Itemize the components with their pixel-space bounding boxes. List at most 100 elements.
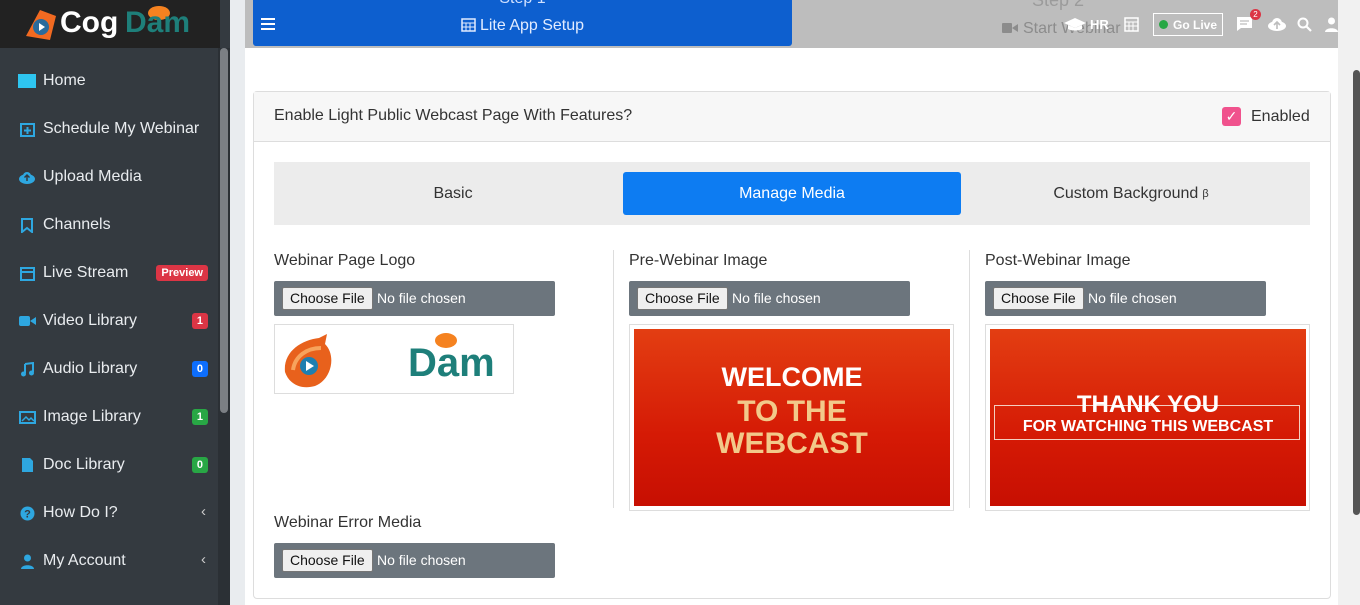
sidebar-scrollbar-thumb[interactable] xyxy=(220,48,228,413)
sidebar-item-image-library[interactable]: Image Library 1 xyxy=(0,393,220,441)
thank-you-banner-image: THANK YOU FOR WATCHING THIS WEBCAST xyxy=(990,329,1306,506)
upload-button[interactable] xyxy=(1267,12,1287,36)
brand-cog: Cog xyxy=(60,6,119,39)
choose-file-button[interactable]: Choose File xyxy=(282,549,373,572)
banner-line: WELCOME xyxy=(721,362,863,392)
svg-text:?: ? xyxy=(24,508,31,520)
error-media-section: Webinar Error Media Choose File No file … xyxy=(274,514,614,578)
sidebar-item-label: Doc Library xyxy=(43,456,125,473)
sidebar: Cog Dam Home Schedule My Webinar Upload … xyxy=(0,0,230,605)
brand-logo[interactable]: Cog Dam xyxy=(0,0,220,48)
sidebar-item-channels[interactable]: Channels xyxy=(0,201,220,249)
chat-icon xyxy=(1237,17,1252,31)
go-live-button[interactable]: Go Live xyxy=(1153,13,1223,36)
sidebar-item-my-account[interactable]: My Account ‹ xyxy=(0,537,220,585)
post-webinar-section: Post-Webinar Image Choose File No file c… xyxy=(985,252,1325,511)
sidebar-item-label: Live Stream xyxy=(43,264,129,281)
sidebar-item-label: My Account xyxy=(43,552,126,569)
file-status: No file chosen xyxy=(377,552,466,568)
sidebar-item-upload-media[interactable]: Upload Media xyxy=(0,153,220,201)
step-1-title: Step 1 xyxy=(253,0,792,8)
choose-file-button[interactable]: Choose File xyxy=(637,287,728,310)
enabled-checkbox[interactable]: ✓ xyxy=(1222,107,1241,126)
hr-link[interactable]: HR xyxy=(1064,12,1109,36)
banner-line: TO THE xyxy=(737,395,847,428)
sidebar-nav: Home Schedule My Webinar Upload Media Ch… xyxy=(0,57,220,585)
page-scrollbar[interactable] xyxy=(1338,0,1360,605)
sidebar-item-audio-library[interactable]: Audio Library 0 xyxy=(0,345,220,393)
cogdam-logo-icon xyxy=(284,334,332,388)
calendar-icon xyxy=(1124,17,1139,32)
sidebar-item-home[interactable]: Home xyxy=(0,57,220,105)
question-circle-icon: ? xyxy=(18,505,36,521)
image-icon xyxy=(18,409,36,425)
cogdam-logo-icon xyxy=(26,10,56,40)
logo-preview: Dam xyxy=(274,324,514,394)
enabled-label[interactable]: Enabled xyxy=(1251,108,1310,126)
sidebar-item-how-do-i[interactable]: ? How Do I? ‹ xyxy=(0,489,220,537)
sidebar-item-schedule[interactable]: Schedule My Webinar xyxy=(0,105,220,153)
pre-webinar-label: Pre-Webinar Image xyxy=(629,252,768,269)
chevron-left-icon: ‹ xyxy=(201,503,206,520)
user-icon xyxy=(18,553,36,569)
banner-line: WEBCAST xyxy=(716,427,868,460)
sidebar-item-live-stream[interactable]: Live Stream Preview xyxy=(0,249,220,297)
calendar-button[interactable] xyxy=(1124,12,1139,36)
calendar-plus-icon xyxy=(18,121,36,137)
tv-icon xyxy=(18,73,36,89)
sidebar-item-label: Schedule My Webinar xyxy=(43,120,200,137)
post-webinar-file-input[interactable]: Choose File No file chosen xyxy=(985,281,1266,316)
step-1-tab[interactable]: Step 1 Lite App Setup xyxy=(253,0,792,46)
user-menu-button[interactable] xyxy=(1325,12,1338,36)
error-media-file-input[interactable]: Choose File No file chosen xyxy=(274,543,555,578)
file-status: No file chosen xyxy=(1088,290,1177,306)
search-icon xyxy=(1297,17,1312,32)
video-icon xyxy=(18,313,36,329)
webinar-logo-label: Webinar Page Logo xyxy=(274,252,416,269)
sidebar-item-label: Home xyxy=(43,72,86,89)
banner-line: THANK YOU xyxy=(1076,391,1220,418)
column-divider xyxy=(969,250,970,508)
preview-badge: Preview xyxy=(156,265,208,281)
choose-file-button[interactable]: Choose File xyxy=(282,287,373,310)
chat-count-badge: 2 xyxy=(1250,9,1261,20)
post-webinar-label: Post-Webinar Image xyxy=(985,252,1131,269)
user-icon xyxy=(1325,17,1338,32)
webinar-logo-section: Webinar Page Logo Choose File No file ch… xyxy=(274,252,614,394)
file-status: No file chosen xyxy=(377,290,466,306)
tab-manage-media[interactable]: Manage Media xyxy=(623,172,961,215)
count-badge: 0 xyxy=(191,457,208,473)
media-tabs: Basic Manage Media Custom Background β xyxy=(274,162,1310,225)
page-scrollbar-thumb[interactable] xyxy=(1353,70,1360,515)
graduation-cap-icon xyxy=(1064,18,1086,31)
error-media-label: Webinar Error Media xyxy=(274,514,422,531)
search-button[interactable] xyxy=(1297,12,1312,36)
pre-webinar-section: Pre-Webinar Image Choose File No file ch… xyxy=(629,252,969,511)
step-2-title: Step 2 xyxy=(1032,0,1085,10)
enable-question: Enable Light Public Webcast Page With Fe… xyxy=(274,107,633,124)
sidebar-item-doc-library[interactable]: Doc Library 0 xyxy=(0,441,220,489)
tab-basic[interactable]: Basic xyxy=(284,172,622,215)
cloud-upload-icon xyxy=(1268,18,1286,31)
sidebar-item-label: Channels xyxy=(43,216,111,233)
sidebar-item-video-library[interactable]: Video Library 1 xyxy=(0,297,220,345)
column-divider xyxy=(613,250,614,508)
count-badge: 0 xyxy=(191,361,208,377)
webinar-logo-file-input[interactable]: Choose File No file chosen xyxy=(274,281,555,316)
beta-mark: β xyxy=(1202,187,1209,200)
pre-webinar-preview: WELCOME TO THE WEBCAST xyxy=(629,324,954,511)
sidebar-item-label: Image Library xyxy=(43,408,141,425)
step-1-subtitle-text: Lite App Setup xyxy=(479,17,585,34)
tab-label: Basic xyxy=(433,184,473,202)
sidebar-item-label: Upload Media xyxy=(43,168,142,185)
pre-webinar-file-input[interactable]: Choose File No file chosen xyxy=(629,281,910,316)
bookmark-icon xyxy=(18,217,36,233)
file-status: No file chosen xyxy=(732,290,821,306)
webcast-settings-card: Enable Light Public Webcast Page With Fe… xyxy=(253,91,1331,599)
step-1-subtitle: Lite App Setup xyxy=(253,17,792,35)
hr-label: HR xyxy=(1090,16,1109,32)
tab-label: Custom Background xyxy=(1053,184,1199,202)
cloud-upload-icon xyxy=(18,169,36,185)
tab-custom-background[interactable]: Custom Background β xyxy=(962,172,1300,215)
choose-file-button[interactable]: Choose File xyxy=(993,287,1084,310)
